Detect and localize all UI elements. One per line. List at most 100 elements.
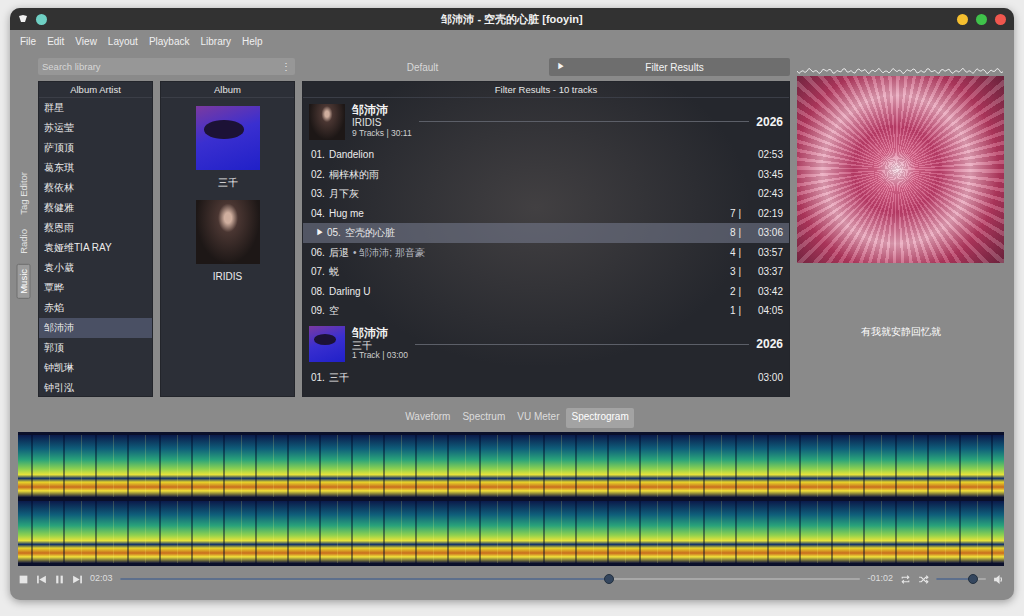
artist-row[interactable]: 覃晔 [39, 278, 152, 298]
layout-tab[interactable]: Default [302, 58, 543, 76]
maximize-icon[interactable] [976, 14, 987, 25]
track-number: 03. [311, 186, 325, 201]
track-row[interactable]: 02.桐梓林的雨03:45 [303, 165, 789, 185]
artist-row[interactable]: 蔡依林 [39, 178, 152, 198]
seek-slider-fill [120, 578, 609, 580]
next-icon[interactable] [72, 574, 83, 585]
track-row[interactable]: 08.Darling U2 |03:42 [303, 282, 789, 302]
track-row[interactable]: 04.Hug me7 |02:19 [303, 204, 789, 224]
spectrogram [18, 432, 1004, 566]
group-year: 2026 [756, 113, 783, 131]
track-row[interactable]: 03.月下灰02:43 [303, 184, 789, 204]
track-playcount: 1 | [707, 303, 741, 318]
artist-header[interactable]: Album Artist [39, 82, 152, 98]
waveform-seekbar[interactable] [797, 58, 1004, 72]
artist-name: 蔡健雅 [44, 202, 74, 213]
artist-name: 葛东琪 [44, 162, 74, 173]
pin-dot-icon[interactable] [36, 14, 47, 25]
artist-row[interactable]: 苏运莹 [39, 118, 152, 138]
menu-item[interactable]: Edit [47, 34, 64, 49]
stop-icon[interactable] [18, 574, 29, 585]
track-number: 04. [311, 206, 325, 221]
album-cover [196, 200, 260, 264]
title-left [18, 14, 78, 25]
menu-item[interactable]: Layout [108, 34, 138, 49]
menu-item[interactable]: Library [200, 34, 231, 49]
track-title: 三千 [329, 370, 349, 385]
menu-item[interactable]: Playback [149, 34, 190, 49]
artist-name: 邹沛沛 [44, 322, 74, 333]
album-item[interactable]: IRIDIS [161, 192, 294, 286]
visualizer-tab[interactable]: Waveform [400, 408, 455, 428]
track-title: Dandelion [329, 147, 374, 162]
track-duration: 03:57 [747, 245, 783, 260]
visualizer-tabs: WaveformSpectrumVU MeterSpectrogram [10, 408, 1014, 428]
artist-row[interactable]: 蔡健雅 [39, 198, 152, 218]
side-tab[interactable]: Music [17, 264, 31, 299]
library-block: ⋮ Album Artist 群星苏运莹萨顶顶葛东琪蔡依林蔡健雅蔡恩雨袁娅维TIA… [38, 58, 295, 402]
track-duration: 02:43 [747, 186, 783, 201]
minimize-icon[interactable] [957, 14, 968, 25]
track-duration: 03:37 [747, 264, 783, 279]
elapsed-time: 02:03 [90, 572, 113, 586]
artist-row[interactable]: 袁小葳 [39, 258, 152, 278]
playlist-header: Filter Results - 10 tracks [303, 82, 789, 98]
visualizer-tab[interactable]: Spectrum [457, 408, 510, 428]
volume-icon[interactable] [993, 574, 1004, 585]
artist-row[interactable]: 郭顶 [39, 338, 152, 358]
artist-row[interactable]: 蔡恩雨 [39, 218, 152, 238]
album-cover [196, 106, 260, 170]
seek-slider-handle[interactable] [604, 574, 614, 584]
menu-item[interactable]: File [20, 34, 36, 49]
shuffle-icon[interactable] [918, 574, 929, 585]
album-item[interactable]: 三千 [161, 98, 294, 192]
volume-slider-handle[interactable] [968, 574, 978, 584]
previous-icon[interactable] [36, 574, 47, 585]
window-title: 邹沛沛 - 空壳的心脏 [fooyin] [78, 11, 946, 28]
search-input[interactable] [42, 59, 281, 74]
seek-slider[interactable] [120, 578, 861, 580]
search-menu-icon[interactable]: ⋮ [281, 59, 291, 74]
track-row[interactable]: 06.后退• 邹沛沛; 那音豪4 |03:57 [303, 243, 789, 263]
album-header[interactable]: Album [161, 82, 294, 98]
album-group-header[interactable]: 邹沛沛IRIDIS9 Tracks | 30:11 2026 [303, 98, 789, 145]
track-row[interactable]: 07.蜕3 |03:37 [303, 262, 789, 282]
visualizer-tab[interactable]: Spectrogram [566, 408, 633, 428]
artist-row[interactable]: 葛东琪 [39, 158, 152, 178]
track-row[interactable]: 01.Dandelion02:53 [303, 145, 789, 165]
side-tab[interactable]: Radio [18, 225, 30, 258]
menu-item[interactable]: Help [242, 34, 263, 49]
track-duration: 03:42 [747, 284, 783, 299]
track-duration: 03:45 [747, 167, 783, 182]
artist-panel: Album Artist 群星苏运莹萨顶顶葛东琪蔡依林蔡健雅蔡恩雨袁娅维TIA R… [38, 81, 153, 397]
track-number: 05. [327, 225, 341, 240]
artist-row[interactable]: 赤焰 [39, 298, 152, 318]
artist-row[interactable]: 袁娅维TIA RAY [39, 238, 152, 258]
track-row[interactable]: 01.三千03:00 [303, 368, 789, 388]
pause-icon[interactable] [54, 574, 65, 585]
artist-row[interactable]: 群星 [39, 98, 152, 118]
menu-item[interactable]: View [75, 34, 97, 49]
volume-slider[interactable] [936, 578, 986, 580]
track-row[interactable]: ▶05.空壳的心脏8 |03:06 [303, 223, 789, 243]
repeat-icon[interactable] [900, 574, 911, 585]
group-artist: 邹沛沛 [352, 104, 412, 117]
layout-tab[interactable]: ▶Filter Results [549, 58, 790, 76]
group-year: 2026 [756, 335, 783, 353]
spectrogram-right-channel [18, 501, 1004, 563]
artist-row[interactable]: 钟引泓 [39, 378, 152, 397]
group-text: 邹沛沛IRIDIS9 Tracks | 30:11 [352, 104, 412, 138]
visualizer-tab[interactable]: VU Meter [512, 408, 564, 428]
close-icon[interactable] [995, 14, 1006, 25]
album-thumbnail [309, 104, 345, 140]
track-duration: 03:00 [747, 370, 783, 385]
album-group-header[interactable]: 邹沛沛三千1 Track | 03:002026 [303, 321, 789, 368]
side-tab[interactable]: Tag Editor [18, 168, 30, 219]
artist-row[interactable]: 萨顶顶 [39, 138, 152, 158]
track-playcount: 7 | [707, 206, 741, 221]
artist-row[interactable]: 邹沛沛 [39, 318, 152, 338]
artist-row[interactable]: 钟凯琳 [39, 358, 152, 378]
title-bar: 邹沛沛 - 空壳的心脏 [fooyin] [10, 8, 1014, 30]
artist-name: 群星 [44, 102, 64, 113]
track-row[interactable]: 09.空1 |04:05 [303, 301, 789, 321]
